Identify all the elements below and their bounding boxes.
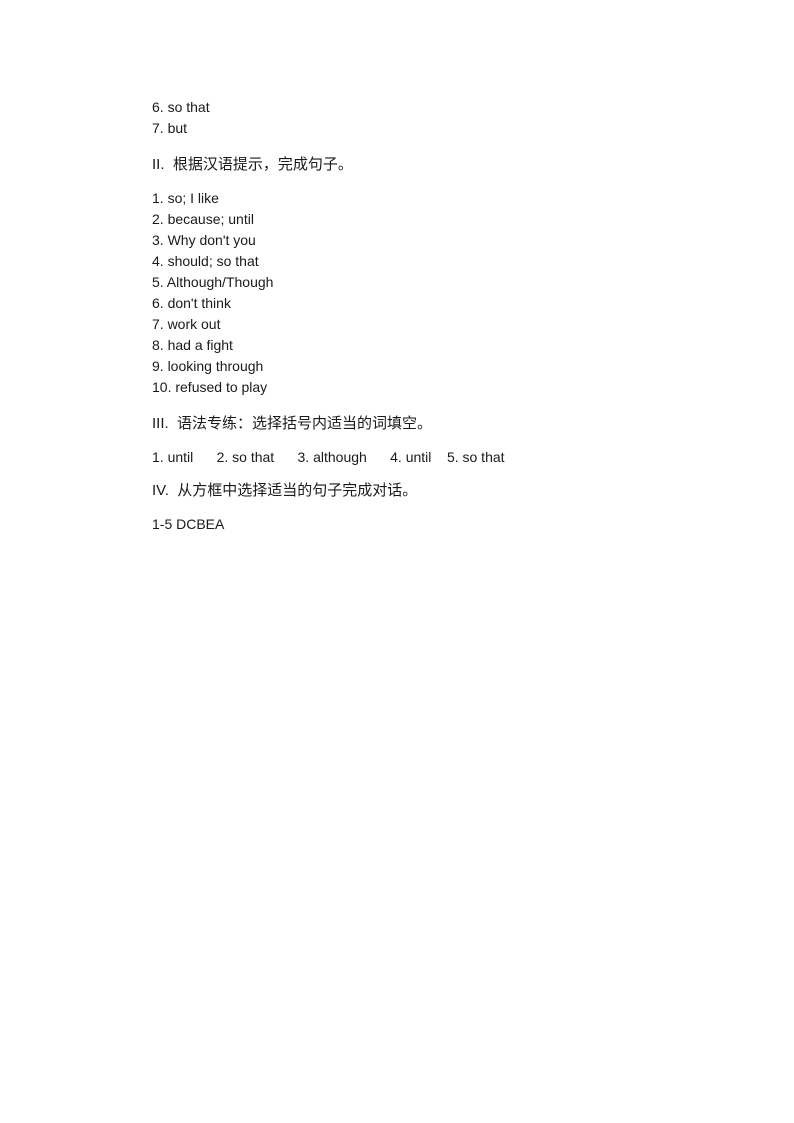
section-heading-part-four: IV. 从方框中选择适当的句子完成对话。 xyxy=(152,482,418,499)
answer-line-part-four: 1-5 DCBEA xyxy=(152,516,225,532)
answer-item: 7. but xyxy=(152,120,188,136)
answer-item: 8. had a fight xyxy=(152,337,233,353)
answer-item: 1. so; I like xyxy=(152,190,219,206)
answer-line-part-three: 1. until 2. so that 3. although 4. until… xyxy=(152,449,505,465)
answer-list-part-two: 1. so; I like 2. because; until 3. Why d… xyxy=(152,188,652,398)
document-page: 6. so that 7. but II. 根据汉语提示，完成句子。 1. so… xyxy=(0,0,794,1123)
section-heading-part-three: III. 语法专练：选择括号内适当的词填空。 xyxy=(152,415,433,432)
answer-item: 9. looking through xyxy=(152,358,264,374)
answer-item: 7. work out xyxy=(152,316,221,332)
section-heading-part-two: II. 根据汉语提示，完成句子。 xyxy=(152,156,353,173)
answer-item: 10. refused to play xyxy=(152,379,268,395)
answer-item: 3. Why don't you xyxy=(152,232,256,248)
answer-item: 2. because; until xyxy=(152,211,254,227)
answer-item: 4. should; so that xyxy=(152,253,259,269)
answer-item: 5. Although/Though xyxy=(152,274,274,290)
answer-item: 6. don't think xyxy=(152,295,231,311)
answer-key-content: 6. so that 7. but II. 根据汉语提示，完成句子。 1. so… xyxy=(152,97,652,535)
answer-item: 6. so that xyxy=(152,99,210,115)
